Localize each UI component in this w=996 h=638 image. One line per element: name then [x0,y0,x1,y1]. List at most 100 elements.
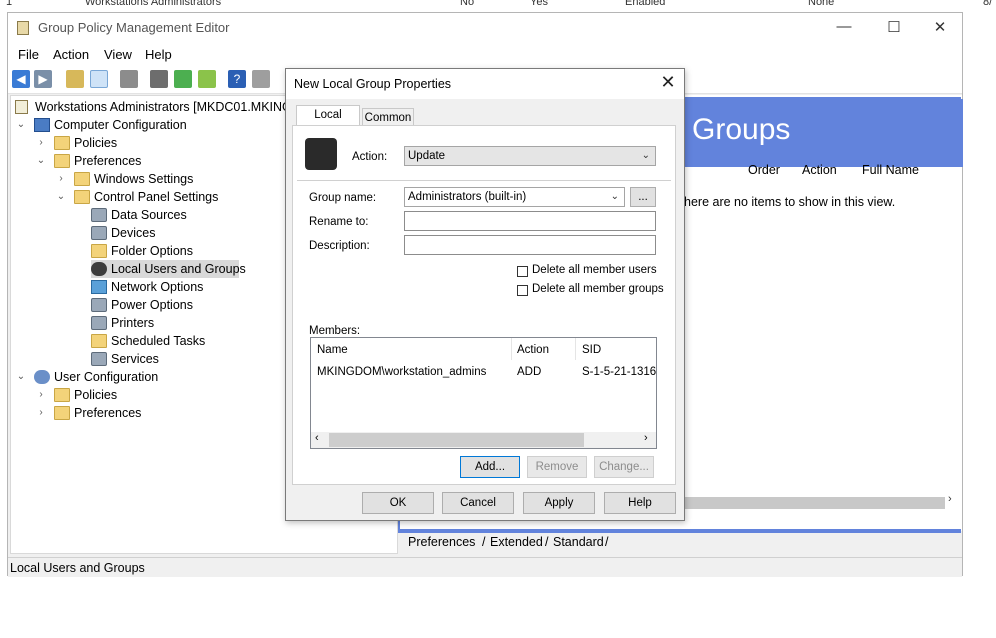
data-sources-icon [91,208,107,222]
members-list[interactable]: Name Action SID MKINGDOM\workstation_adm… [310,337,657,449]
folder-options-icon [91,244,107,258]
column-order[interactable]: Order [748,163,780,177]
scroll-right-icon[interactable]: › [644,432,648,444]
description-input[interactable] [404,235,656,255]
group-name-label: Group name: [309,192,377,204]
member-sid: S-1-5-21-1316: [582,366,656,378]
print-icon[interactable] [150,70,168,88]
scroll-left-icon[interactable]: ‹ [315,432,319,444]
help-button[interactable]: Help [604,492,676,514]
bg-fragment: Workstations Administrators [85,0,222,8]
show-action-pane-icon[interactable] [252,70,270,88]
devices-icon [91,226,107,240]
change-member-button[interactable]: Change... [594,456,654,478]
column-full-name[interactable]: Full Name [862,163,919,177]
cancel-button[interactable]: Cancel [442,492,514,514]
computer-icon [34,118,50,132]
tab-preferences[interactable]: Preferences [408,532,475,552]
browse-group-button[interactable]: ... [630,187,656,207]
members-hscrollbar[interactable]: ‹ › [311,432,656,448]
action-dropdown[interactable]: Update ⌄ [404,146,656,166]
printer-icon [91,316,107,330]
bg-fragment: 8/ [983,0,993,8]
bg-fragment: 1 [6,0,13,8]
window-title: Group Policy Management Editor [38,20,230,35]
group-icon [305,138,337,170]
chevron-down-icon[interactable]: ⌄ [35,152,47,170]
folder-icon [54,388,70,402]
scroll-right-icon[interactable]: › [948,493,952,505]
folder-icon [54,406,70,420]
delete-users-label: Delete all member users [532,264,657,276]
column-name[interactable]: Name [317,344,348,356]
scroll-thumb[interactable] [329,433,584,447]
bg-fragment: Yes [530,0,548,8]
export-list-icon[interactable] [198,70,216,88]
scheduled-tasks-icon [91,334,107,348]
menu-action[interactable]: Action [53,47,89,62]
menu-file[interactable]: File [18,47,39,62]
member-action: ADD [517,366,542,378]
horizontal-scrollbar-thumb[interactable] [682,497,945,509]
bg-fragment: Enabled [625,0,666,8]
group-name-combo[interactable]: Administrators (built-in) ⌄ [404,187,625,207]
app-icon [17,21,29,35]
chevron-down-icon[interactable]: ⌄ [15,116,27,134]
properties-icon[interactable] [120,70,138,88]
chevron-right-icon[interactable]: › [55,170,67,188]
users-icon [91,262,107,276]
folder-icon [54,136,70,150]
menu-bar: File Action View Help [8,43,962,65]
dialog-title: New Local Group Properties [294,77,452,91]
maximize-button[interactable]: ☐ [884,18,904,36]
bg-fragment: None [808,0,835,8]
column-action[interactable]: Action [802,163,837,177]
background-window-strip: 1 Workstations Administrators No Yes Ena… [0,0,996,12]
column-divider [575,338,576,360]
chevron-down-icon[interactable]: ⌄ [55,188,67,206]
power-icon [91,298,107,312]
remove-member-button[interactable]: Remove [527,456,587,478]
chevron-right-icon[interactable]: › [35,386,47,404]
up-folder-icon[interactable] [66,70,84,88]
folder-icon [54,154,70,168]
minimize-button[interactable]: — [834,18,854,35]
menu-view[interactable]: View [104,47,132,62]
tab-extended[interactable]: Extended [490,532,543,552]
back-icon[interactable]: ◀ [12,70,30,88]
tab-standard[interactable]: Standard [553,532,604,552]
chevron-right-icon[interactable]: › [35,134,47,152]
column-divider [511,338,512,360]
column-action[interactable]: Action [517,344,549,356]
services-icon [91,352,107,366]
tree-item-local-users-and-groups[interactable]: Local Users and Groups [91,260,246,278]
close-button[interactable]: ✕ [930,18,950,36]
apply-button[interactable]: Apply [523,492,595,514]
forward-icon[interactable]: ▶ [34,70,52,88]
help-icon[interactable]: ? [228,70,246,88]
menu-help[interactable]: Help [145,47,172,62]
delete-users-checkbox[interactable] [517,266,528,277]
delete-groups-checkbox[interactable] [517,285,528,296]
delete-groups-label: Delete all member groups [532,283,664,295]
show-hide-tree-icon[interactable] [90,70,108,88]
bg-fragment: No [460,0,475,8]
chevron-right-icon[interactable]: › [35,404,47,422]
rename-input[interactable] [404,211,656,231]
member-name[interactable]: MKINGDOM\workstation_admins [317,366,507,378]
ok-button[interactable]: OK [362,492,434,514]
details-title: Groups [692,113,791,146]
action-label: Action: [352,151,388,163]
chevron-down-icon[interactable]: ⌄ [15,368,27,386]
add-member-button[interactable]: Add... [460,456,520,478]
refresh-icon[interactable] [174,70,192,88]
empty-message: here are no items to show in this view. [684,195,896,209]
title-bar: Group Policy Management Editor — ☐ ✕ [8,13,962,43]
gpo-icon [15,100,28,114]
folder-icon [74,190,90,204]
dialog-close-icon[interactable]: ✕ [658,72,678,93]
tab-local-group[interactable]: Local Group [296,105,360,139]
column-sid[interactable]: SID [582,344,601,356]
chevron-down-icon: ⌄ [641,150,650,161]
description-label: Description: [309,240,370,252]
